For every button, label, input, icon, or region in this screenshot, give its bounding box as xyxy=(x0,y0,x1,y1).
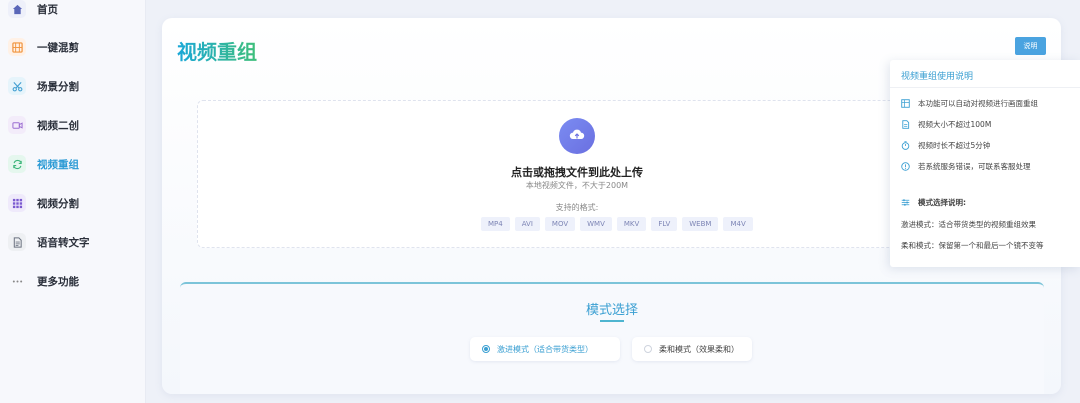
upload-title: 点击或拖拽文件到此处上传 xyxy=(511,166,643,179)
sidebar-item-label: 语音转文字 xyxy=(37,236,90,249)
format-tag: MP4 xyxy=(481,217,510,231)
sidebar-item-label: 首页 xyxy=(37,3,58,16)
timer-icon xyxy=(901,141,910,150)
info-icon xyxy=(901,162,910,171)
popover-mode-heading-text: 模式选择说明: xyxy=(918,198,966,207)
format-tag: FLV xyxy=(651,217,678,231)
mode-title: 模式选择 xyxy=(585,303,638,318)
document-icon xyxy=(8,233,26,251)
popover-item-text: 视频大小不超过100M xyxy=(918,120,992,129)
format-tag: M4V xyxy=(723,217,753,231)
popover-item: 本功能可以自动对视频进行画面重组 xyxy=(901,98,1038,109)
sidebar: 首页 一键混剪 场景分割 视频二创 视频重组 视频分割 语音转文字 更多功能 xyxy=(0,0,146,403)
mode-title-underline xyxy=(600,320,624,322)
sidebar-item-label: 更多功能 xyxy=(37,275,79,288)
upload-subtitle: 本地视频文件，不大于200M xyxy=(525,181,629,190)
sliders-icon xyxy=(901,199,910,206)
sidebar-item-label: 一键混剪 xyxy=(37,41,79,54)
sidebar-item-more[interactable]: 更多功能 xyxy=(8,268,138,294)
popover-item: 视频大小不超过100M xyxy=(901,119,991,130)
file-icon xyxy=(902,120,910,129)
sidebar-item-label: 视频分割 xyxy=(37,197,79,210)
table-icon xyxy=(901,99,910,108)
sidebar-item-label: 视频二创 xyxy=(37,119,79,132)
sidebar-item-video-remix[interactable]: 视频二创 xyxy=(8,112,138,138)
popover-item-text: 若系统服务错误，可联系客服处理 xyxy=(918,162,1031,171)
cloud-upload-icon xyxy=(569,127,585,146)
more-icon xyxy=(8,272,26,290)
mode-option-label: 激进模式（适合带货类型） xyxy=(497,344,593,354)
help-popover: 视频重组使用说明 本功能可以自动对视频进行画面重组 视频大小不超过100M 视频… xyxy=(890,60,1080,267)
radio-selected-icon[interactable] xyxy=(482,345,490,353)
format-tag: MKV xyxy=(616,217,647,231)
scissors-icon xyxy=(8,77,26,95)
popover-title: 视频重组使用说明 xyxy=(901,72,974,82)
mode-option-aggressive[interactable]: 激进模式（适合带货类型） xyxy=(470,337,620,361)
film-icon xyxy=(8,38,26,56)
format-tag: AVI xyxy=(514,217,540,231)
sidebar-item-speech-to-text[interactable]: 语音转文字 xyxy=(8,229,138,255)
refresh-icon xyxy=(8,155,26,173)
sidebar-item-label: 视频重组 xyxy=(37,158,79,171)
popover-item: 视频时长不超过5分钟 xyxy=(901,140,990,151)
sidebar-item-video-recompose[interactable]: 视频重组 xyxy=(8,151,138,177)
format-tags: MP4 AVI MOV WMV MKV FLV WEBM M4V xyxy=(481,217,753,231)
popover-mode-heading: 模式选择说明: xyxy=(901,197,966,208)
grid-icon xyxy=(8,194,26,212)
sidebar-item-label: 场景分割 xyxy=(37,80,79,93)
formats-label: 支持的格式: xyxy=(555,203,599,212)
sidebar-item-video-split[interactable]: 视频分割 xyxy=(8,190,138,216)
format-tag: WEBM xyxy=(682,217,719,231)
format-tag: WMV xyxy=(580,217,612,231)
sidebar-item-mix[interactable]: 一键混剪 xyxy=(8,34,138,60)
mode-option-gentle[interactable]: 柔和模式（效果柔和） xyxy=(632,337,752,361)
popover-mode-line: 激进模式：适合带货类型的视频重组效果 xyxy=(901,220,1036,229)
popover-divider xyxy=(890,87,1080,88)
popover-item-text: 视频时长不超过5分钟 xyxy=(918,141,991,150)
upload-button[interactable] xyxy=(559,118,595,154)
page-title: 视频重组 xyxy=(177,36,257,65)
popover-item: 若系统服务错误，可联系客服处理 xyxy=(901,161,1031,172)
popover-mode-line: 柔和模式：保留第一个和最后一个镜不变等 xyxy=(901,241,1044,250)
video-icon xyxy=(8,116,26,134)
mode-section: 模式选择 激进模式（适合带货类型） 柔和模式（效果柔和） xyxy=(180,282,1044,394)
radio-unselected-icon[interactable] xyxy=(644,345,652,353)
format-tag: MOV xyxy=(544,217,576,231)
sidebar-item-scene-split[interactable]: 场景分割 xyxy=(8,73,138,99)
home-icon xyxy=(8,0,26,18)
popover-item-text: 本功能可以自动对视频进行画面重组 xyxy=(918,99,1038,108)
sidebar-item-home[interactable]: 首页 xyxy=(8,0,138,22)
help-button[interactable]: 说明 xyxy=(1015,37,1046,55)
mode-option-label: 柔和模式（效果柔和） xyxy=(659,344,739,354)
